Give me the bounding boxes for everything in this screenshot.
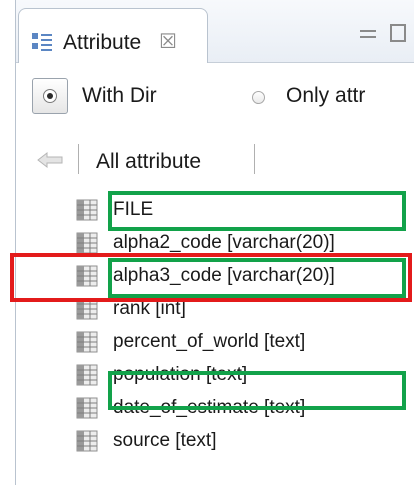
with-dir-label[interactable]: With Dir <box>82 84 157 108</box>
column-icon <box>76 364 98 386</box>
highlight-box-alpha3-code-inner <box>108 258 406 298</box>
attribute-label: alpha2_code [varchar(20)] <box>113 232 335 253</box>
tab-attribute[interactable]: Attribute ☒ <box>18 8 208 63</box>
attribute-row[interactable]: source [text] <box>16 425 414 458</box>
radio-selected-icon <box>43 89 57 103</box>
column-icon <box>76 232 98 254</box>
with-dir-radio[interactable] <box>32 78 68 114</box>
attribute-list: FILE alpha2_code [varchar(20)] alpha3_co… <box>16 190 414 485</box>
highlight-box-file <box>108 191 406 231</box>
attribute-row[interactable]: percent_of_world [text] <box>16 326 414 359</box>
highlight-box-population <box>108 371 406 410</box>
attribute-toolbar: All attribute <box>16 134 414 188</box>
attribute-view-icon <box>32 33 52 51</box>
only-attr-label[interactable]: Only attr <box>286 84 365 108</box>
back-arrow-icon[interactable] <box>36 148 66 172</box>
mode-selector: With Dir Only attr <box>16 62 414 134</box>
view-titlebar: Attribute ☒ <box>16 0 414 63</box>
attribute-label: percent_of_world [text] <box>113 331 306 352</box>
attribute-view: Attribute ☒ With Dir Only attr All attri… <box>15 0 414 485</box>
all-attribute-label[interactable]: All attribute <box>96 150 201 174</box>
column-icon <box>76 199 98 221</box>
column-icon <box>76 331 98 353</box>
maximize-icon[interactable] <box>390 24 406 42</box>
minimize-icon[interactable] <box>360 30 376 38</box>
attribute-label: source [text] <box>113 430 217 451</box>
close-icon[interactable]: ☒ <box>159 29 177 54</box>
only-attr-radio[interactable] <box>252 91 265 104</box>
tab-title: Attribute <box>63 31 142 54</box>
column-icon <box>76 430 98 452</box>
toolbar-separator <box>254 144 255 174</box>
column-icon <box>76 397 98 419</box>
toolbar-separator <box>78 144 79 174</box>
